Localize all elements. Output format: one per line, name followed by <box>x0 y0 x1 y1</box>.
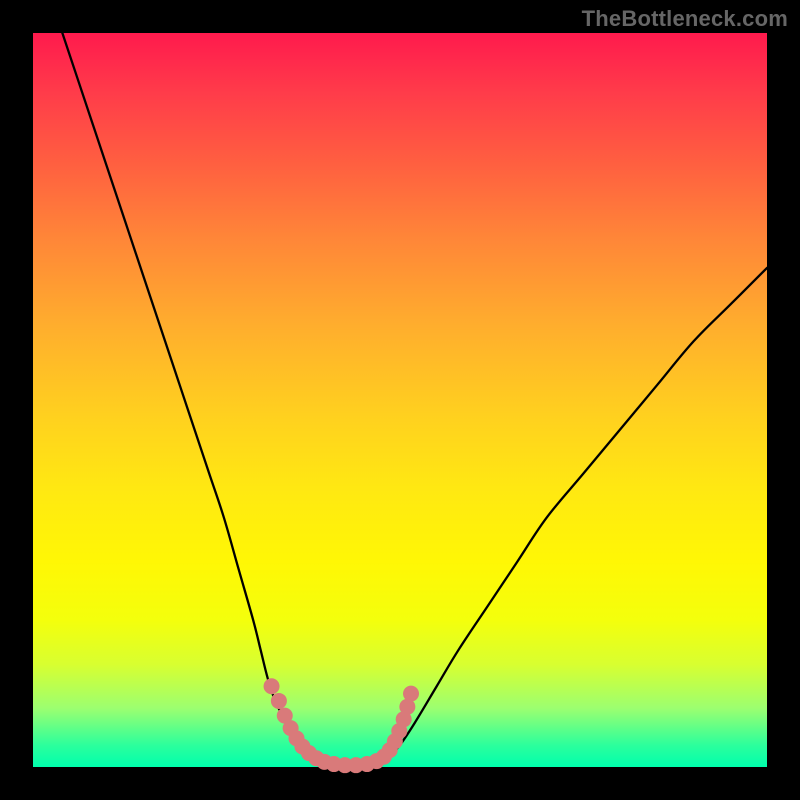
bottleneck-curve <box>33 33 767 767</box>
v-curve-line <box>62 33 767 766</box>
watermark-text: TheBottleneck.com <box>582 6 788 32</box>
highlight-dot <box>403 686 419 702</box>
plot-area <box>33 33 767 767</box>
highlight-dot <box>271 693 287 709</box>
chart-frame: TheBottleneck.com <box>0 0 800 800</box>
highlight-dot <box>264 678 280 694</box>
highlight-dots <box>264 678 419 773</box>
